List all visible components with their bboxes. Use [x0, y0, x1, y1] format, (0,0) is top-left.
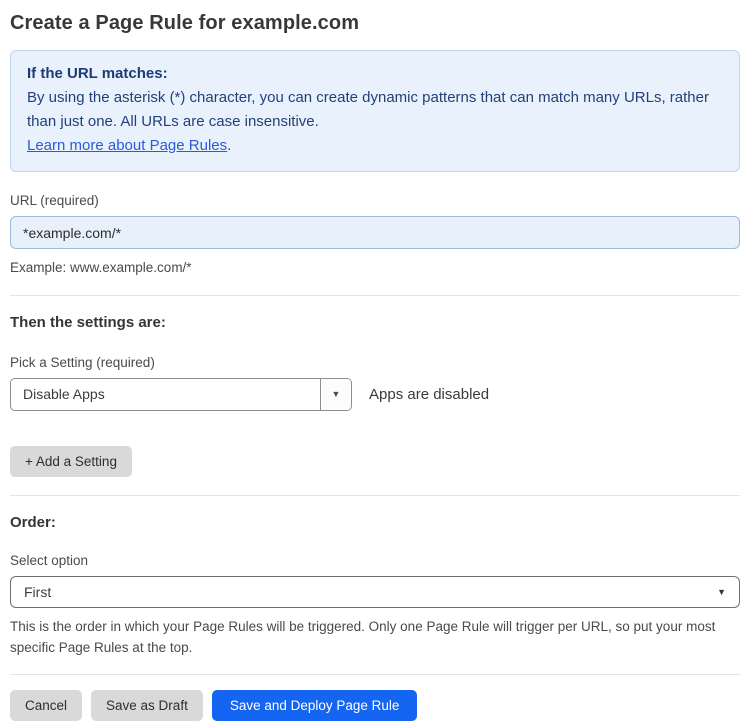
url-example-text: Example: www.example.com/* — [10, 260, 192, 275]
learn-more-link[interactable]: Learn more about Page Rules — [27, 137, 227, 154]
add-setting-button[interactable]: + Add a Setting — [10, 445, 132, 477]
setting-dropdown-caret-button[interactable]: ▼ — [320, 378, 351, 410]
info-box-body-text: By using the asterisk (*) character, you… — [27, 89, 709, 130]
url-field-label: URL (required) — [10, 193, 99, 208]
select-option-label: Select option — [10, 552, 89, 568]
chevron-down-icon: ▼ — [717, 586, 726, 597]
setting-dropdown[interactable]: Disable Apps ▼ — [10, 377, 352, 411]
divider — [10, 294, 740, 296]
url-match-info-box: If the URL matches: By using the asteris… — [10, 50, 740, 172]
setting-row: Disable Apps ▼ Apps are disabled — [10, 377, 740, 411]
info-box-body: By using the asterisk (*) character, you… — [27, 86, 723, 158]
order-section-heading: Order: — [10, 513, 56, 531]
footer-actions: Cancel Save as Draft Save and Deploy Pag… — [10, 689, 740, 721]
settings-section-heading: Then the settings are: — [10, 313, 166, 331]
pick-setting-label: Pick a Setting (required) — [10, 354, 155, 370]
divider — [10, 494, 740, 496]
setting-dropdown-value: Disable Apps — [23, 386, 105, 403]
info-box-heading: If the URL matches: — [27, 65, 168, 82]
save-and-deploy-button[interactable]: Save and Deploy Page Rule — [211, 689, 418, 721]
order-select[interactable]: First ▼ — [10, 575, 740, 608]
order-help-text: This is the order in which your Page Rul… — [10, 618, 716, 656]
url-input[interactable] — [10, 216, 740, 249]
order-select-value: First — [24, 583, 52, 600]
chevron-down-icon: ▼ — [331, 389, 341, 400]
cancel-button[interactable]: Cancel — [10, 689, 83, 721]
setting-status-text: Apps are disabled — [369, 385, 490, 403]
divider — [10, 673, 740, 675]
page-title: Create a Page Rule for example.com — [10, 12, 360, 34]
save-as-draft-button[interactable]: Save as Draft — [91, 689, 203, 721]
link-period: . — [227, 137, 232, 154]
